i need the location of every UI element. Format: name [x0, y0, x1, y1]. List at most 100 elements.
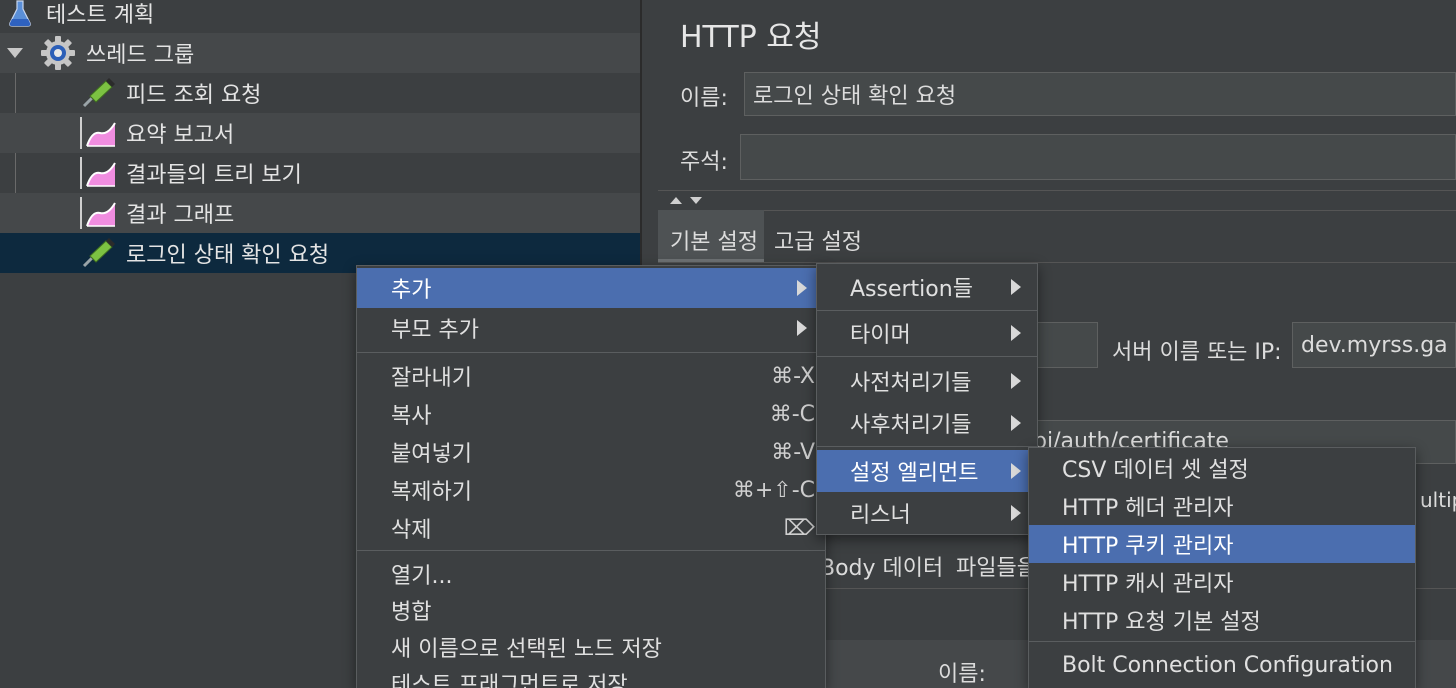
menu-item-shortcut: ⌘-C [769, 401, 815, 427]
menu-item-label: 붙여넣기 [391, 442, 472, 467]
chart-icon [86, 202, 116, 227]
submenu-arrow-icon [797, 280, 807, 296]
menu-item-label: Assertion들 [850, 277, 973, 302]
page-title: HTTP 요청 [680, 20, 822, 55]
flask-icon [9, 0, 31, 27]
submenu-arrow-icon [1011, 373, 1021, 389]
chart-icon [86, 122, 116, 147]
menu-item-duplicate[interactable]: 복제하기 ⌘+⇧-C [357, 471, 825, 509]
report-bar-icon [80, 117, 82, 149]
tree-item-results-graph[interactable]: 결과 그래프 [0, 193, 640, 233]
comment-field[interactable] [740, 134, 1456, 180]
name-label: 이름: [680, 86, 728, 111]
tab-basic[interactable]: 기본 설정 [658, 210, 764, 262]
tab-advanced[interactable]: 고급 설정 [764, 210, 874, 262]
tab-files[interactable]: 파일들을 [956, 550, 1037, 582]
tab-body-data[interactable]: Body 데이터 [820, 550, 943, 582]
menu-item-listener[interactable]: 리스너 [817, 494, 1037, 532]
menu-item-add-parent[interactable]: 부모 추가 [357, 309, 825, 347]
menu-separator [357, 352, 825, 353]
menu-item-open[interactable]: 열기... [357, 555, 825, 593]
context-menu: 추가 부모 추가 잘라내기 ⌘-X 복사 ⌘-C 붙여넣기 ⌘-V 복제하기 ⌘… [356, 265, 826, 688]
gear-icon [41, 36, 75, 70]
menu-item-label: HTTP 헤더 관리자 [1062, 496, 1234, 521]
comment-label: 주석: [680, 150, 728, 175]
menu-item-label: CSV 데이터 셋 설정 [1062, 458, 1249, 483]
tree-item-label: 피드 조회 요청 [126, 83, 262, 108]
tab-label: 기본 설정 [670, 230, 758, 255]
submenu-arrow-icon [1011, 505, 1021, 521]
menu-item-label: 사후처리기들 [850, 413, 972, 438]
menu-item-label: 부모 추가 [391, 318, 479, 343]
multipart-checkbox-label[interactable]: ultip [1420, 488, 1456, 512]
menu-item-add[interactable]: 추가 [357, 268, 825, 308]
menu-item-label: Bolt Connection Configuration [1062, 652, 1393, 678]
menu-item-postprocessors[interactable]: 사후처리기들 [817, 404, 1037, 442]
submenu-arrow-icon [1011, 463, 1021, 479]
delete-key-icon: ⌦ [783, 515, 815, 541]
tree-item-results-tree[interactable]: 결과들의 트리 보기 [0, 153, 640, 193]
submenu-arrow-icon [1011, 325, 1021, 341]
menu-item-config-element[interactable]: 설정 엘리먼트 [817, 450, 1037, 492]
chart-icon [86, 162, 116, 187]
menu-item-shortcut: ⌘-X [771, 363, 815, 389]
server-field[interactable]: dev.myrss.ga [1292, 322, 1456, 368]
menu-item-http-cache-manager[interactable]: HTTP 캐시 관리자 [1029, 563, 1415, 601]
menu-item-paste[interactable]: 붙여넣기 ⌘-V [357, 433, 825, 471]
menu-item-label: HTTP 요청 기본 설정 [1062, 610, 1261, 635]
menu-item-label: 복사 [391, 404, 432, 429]
menu-separator [817, 356, 1037, 357]
menu-item-label: 열기... [391, 564, 453, 589]
tree-item-label: 쓰레드 그룹 [86, 43, 195, 68]
divider [658, 262, 1456, 263]
menu-item-shortcut: ⌘+⇧-C [732, 477, 815, 503]
menu-item-http-header-manager[interactable]: HTTP 헤더 관리자 [1029, 487, 1415, 525]
tree-item-summary-report[interactable]: 요약 보고서 [0, 113, 640, 153]
divider [658, 190, 1456, 191]
tree-item-label: 결과 그래프 [126, 203, 235, 228]
server-label: 서버 이름 또는 IP: [1112, 340, 1282, 365]
menu-item-csv-data-set[interactable]: CSV 데이터 셋 설정 [1029, 449, 1415, 487]
menu-item-http-request-defaults[interactable]: HTTP 요청 기본 설정 [1029, 601, 1415, 639]
menu-item-label: HTTP 캐시 관리자 [1062, 572, 1234, 597]
menu-item-label: 병합 [391, 600, 432, 625]
submenu-arrow-icon [1011, 279, 1021, 295]
port-field[interactable] [1032, 322, 1098, 368]
menu-separator [817, 310, 1037, 311]
menu-item-label: 사전처리기들 [850, 371, 972, 396]
menu-item-cut[interactable]: 잘라내기 ⌘-X [357, 357, 825, 395]
menu-item-label: HTTP 쿠키 관리자 [1062, 534, 1234, 559]
menu-separator [357, 550, 825, 551]
menu-item-label: 리스너 [850, 503, 911, 528]
tree-item-label: 결과들의 트리 보기 [126, 163, 302, 188]
menu-item-timer[interactable]: 타이머 [817, 314, 1037, 352]
tree-item-label: 테스트 계획 [46, 3, 155, 28]
menu-item-merge[interactable]: 병합 [357, 591, 825, 629]
menu-item-save-selection-as[interactable]: 새 이름으로 선택된 노드 저장 [357, 628, 825, 666]
tree-item-test-plan[interactable]: 테스트 계획 [0, 0, 640, 33]
menu-item-http-cookie-manager[interactable]: HTTP 쿠키 관리자 [1029, 525, 1415, 563]
menu-item-save-as-test-fragment[interactable]: 테스트 프래그먼트로 저장 [357, 664, 825, 688]
menu-item-assertions[interactable]: Assertion들 [817, 266, 1037, 308]
menu-item-label: 추가 [391, 278, 432, 303]
collapse-arrows-icon[interactable] [668, 194, 708, 206]
submenu-arrow-icon [797, 320, 807, 336]
tree-item-thread-group[interactable]: 쓰레드 그룹 [0, 33, 640, 73]
chevron-down-icon[interactable] [7, 48, 23, 58]
menu-item-label: 삭제 [391, 518, 432, 543]
report-bar-icon [80, 157, 82, 189]
menu-item-label: 테스트 프래그먼트로 저장 [391, 673, 628, 688]
tab-label: 고급 설정 [774, 230, 862, 255]
menu-item-label: 잘라내기 [391, 366, 472, 391]
tree-item-feed-request[interactable]: 피드 조회 요청 [0, 73, 640, 113]
name-field[interactable]: 로그인 상태 확인 요청 [744, 72, 1456, 116]
submenu-arrow-icon [1011, 415, 1021, 431]
menu-item-bolt-connection-config[interactable]: Bolt Connection Configuration [1029, 646, 1415, 684]
menu-item-delete[interactable]: 삭제 ⌦ [357, 509, 825, 547]
parameter-name-header: 이름: [938, 662, 986, 687]
pipette-icon [82, 78, 115, 108]
menu-item-preprocessors[interactable]: 사전처리기들 [817, 362, 1037, 400]
menu-item-label: 타이머 [850, 323, 911, 348]
menu-item-copy[interactable]: 복사 ⌘-C [357, 395, 825, 433]
menu-item-label: 복제하기 [391, 480, 472, 505]
